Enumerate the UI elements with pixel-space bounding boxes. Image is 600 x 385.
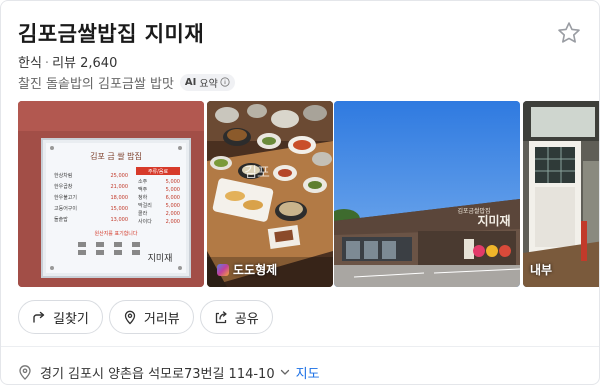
photo-food-table[interactable]: 김포 도도형제 [207, 101, 333, 287]
meta-separator: · [44, 56, 50, 71]
menu-side-item: 맥주 [138, 186, 148, 193]
menu-side-price: 5,000 [166, 179, 180, 185]
menu-side-item: 콜라 [138, 210, 148, 217]
menu-side-price: 6,000 [166, 195, 180, 201]
category-label: 한식 [18, 56, 42, 71]
menu-side-price: 2,000 [166, 219, 180, 225]
map-pin-icon [124, 310, 136, 325]
ai-summary-badge[interactable]: AI 요약 [179, 73, 235, 91]
location-pin-icon [19, 365, 31, 380]
menu-title: 김포 금 쌀 밥집 [90, 151, 142, 161]
menu-side-price: 5,000 [166, 187, 180, 193]
chevron-down-icon[interactable] [280, 367, 290, 377]
instagram-icon [217, 263, 229, 276]
menu-side-item: 청하 [138, 194, 148, 201]
menu-board-image: 김포 금 쌀 밥집 한상차림한우곱창한우불고기고등어구이돌솥밥 25,000 21… [18, 101, 204, 287]
action-buttons: 길찾기 거리뷰 공유 [18, 300, 273, 334]
menu-side-header: 주류/음료 [148, 169, 168, 175]
menu-side-item: 소주 [138, 179, 148, 185]
map-link[interactable]: 지도 [296, 363, 320, 382]
review-count[interactable]: 2,640 [80, 56, 117, 71]
share-button[interactable]: 공유 [199, 300, 273, 334]
building-sign-big: 지미재 [477, 213, 510, 228]
photo-gallery: 김포 금 쌀 밥집 한상차림한우곱창한우불고기고등어구이돌솥밥 25,000 21… [18, 101, 600, 287]
building-exterior-image: 김포금쌀밥집 지미재 [334, 101, 520, 287]
menu-price: 18,000 [111, 195, 129, 201]
photo-interior[interactable]: 내부 [523, 101, 600, 287]
photo-credit-label: 도도형제 [233, 263, 278, 277]
menu-footer: 원산지를 표기합니다 [95, 230, 138, 237]
review-label[interactable]: 리뷰 [52, 56, 76, 71]
ai-badge-ai: AI [184, 76, 197, 88]
menu-item: 고등어구이 [54, 205, 77, 212]
menu-side-price: 2,000 [166, 211, 180, 217]
summary-text: 찰진 돌솥밥의 김포금쌀 밥맛 [18, 76, 174, 92]
directions-button[interactable]: 길찾기 [18, 300, 103, 334]
interior-label: 내부 [530, 263, 553, 277]
menu-price: 21,000 [111, 184, 129, 190]
menu-price: 25,000 [111, 173, 129, 179]
photo-credit: 도도형제 [217, 261, 277, 278]
favorite-star-icon[interactable] [556, 20, 582, 46]
place-title[interactable]: 김포금쌀밥집 지미재 [18, 18, 204, 48]
info-icon[interactable] [220, 77, 230, 87]
interior-image [523, 101, 600, 287]
directions-label: 길찾기 [53, 311, 89, 327]
menu-price: 13,000 [111, 217, 129, 223]
menu-side-item: 사이다 [138, 218, 152, 225]
address-text[interactable]: 경기 김포시 양촌읍 석모로73번길 114-10 [40, 363, 275, 382]
food-watermark: 김포 [244, 165, 270, 181]
place-card: 김포금쌀밥집 지미재 한식 · 리뷰 2,640 찰진 돌솥밥의 김포금쌀 밥맛 A… [0, 0, 600, 385]
menu-item: 한상차림 [54, 172, 72, 179]
photo-menu-board[interactable]: 김포 금 쌀 밥집 한상차림한우곱창한우불고기고등어구이돌솥밥 25,000 21… [18, 101, 204, 287]
street-view-label: 거리뷰 [143, 311, 180, 327]
ai-badge-label: 요약 [199, 78, 218, 90]
summary-row: 찰진 돌솥밥의 김포금쌀 밥맛 AI 요약 [18, 73, 235, 92]
menu-side-item: 막걸리 [138, 202, 152, 209]
food-table-image: 김포 [207, 101, 333, 287]
place-meta: 한식 · 리뷰 2,640 [18, 52, 117, 71]
share-icon [215, 311, 227, 324]
share-label: 공유 [234, 311, 259, 327]
menu-side-price: 5,000 [166, 203, 180, 209]
photo-building-exterior[interactable]: 김포금쌀밥집 지미재 [334, 101, 520, 287]
menu-item: 돌솥밥 [54, 216, 68, 223]
menu-item: 한우불고기 [54, 194, 77, 201]
menu-price: 15,000 [111, 206, 129, 212]
menu-brand: 지미재 [148, 253, 173, 264]
directions-icon [33, 311, 45, 323]
menu-item: 한우곱창 [54, 183, 73, 190]
section-divider [0, 346, 600, 347]
street-view-button[interactable]: 거리뷰 [108, 300, 194, 334]
address-row: 경기 김포시 양촌읍 석모로73번길 114-10 지도 [18, 362, 320, 382]
